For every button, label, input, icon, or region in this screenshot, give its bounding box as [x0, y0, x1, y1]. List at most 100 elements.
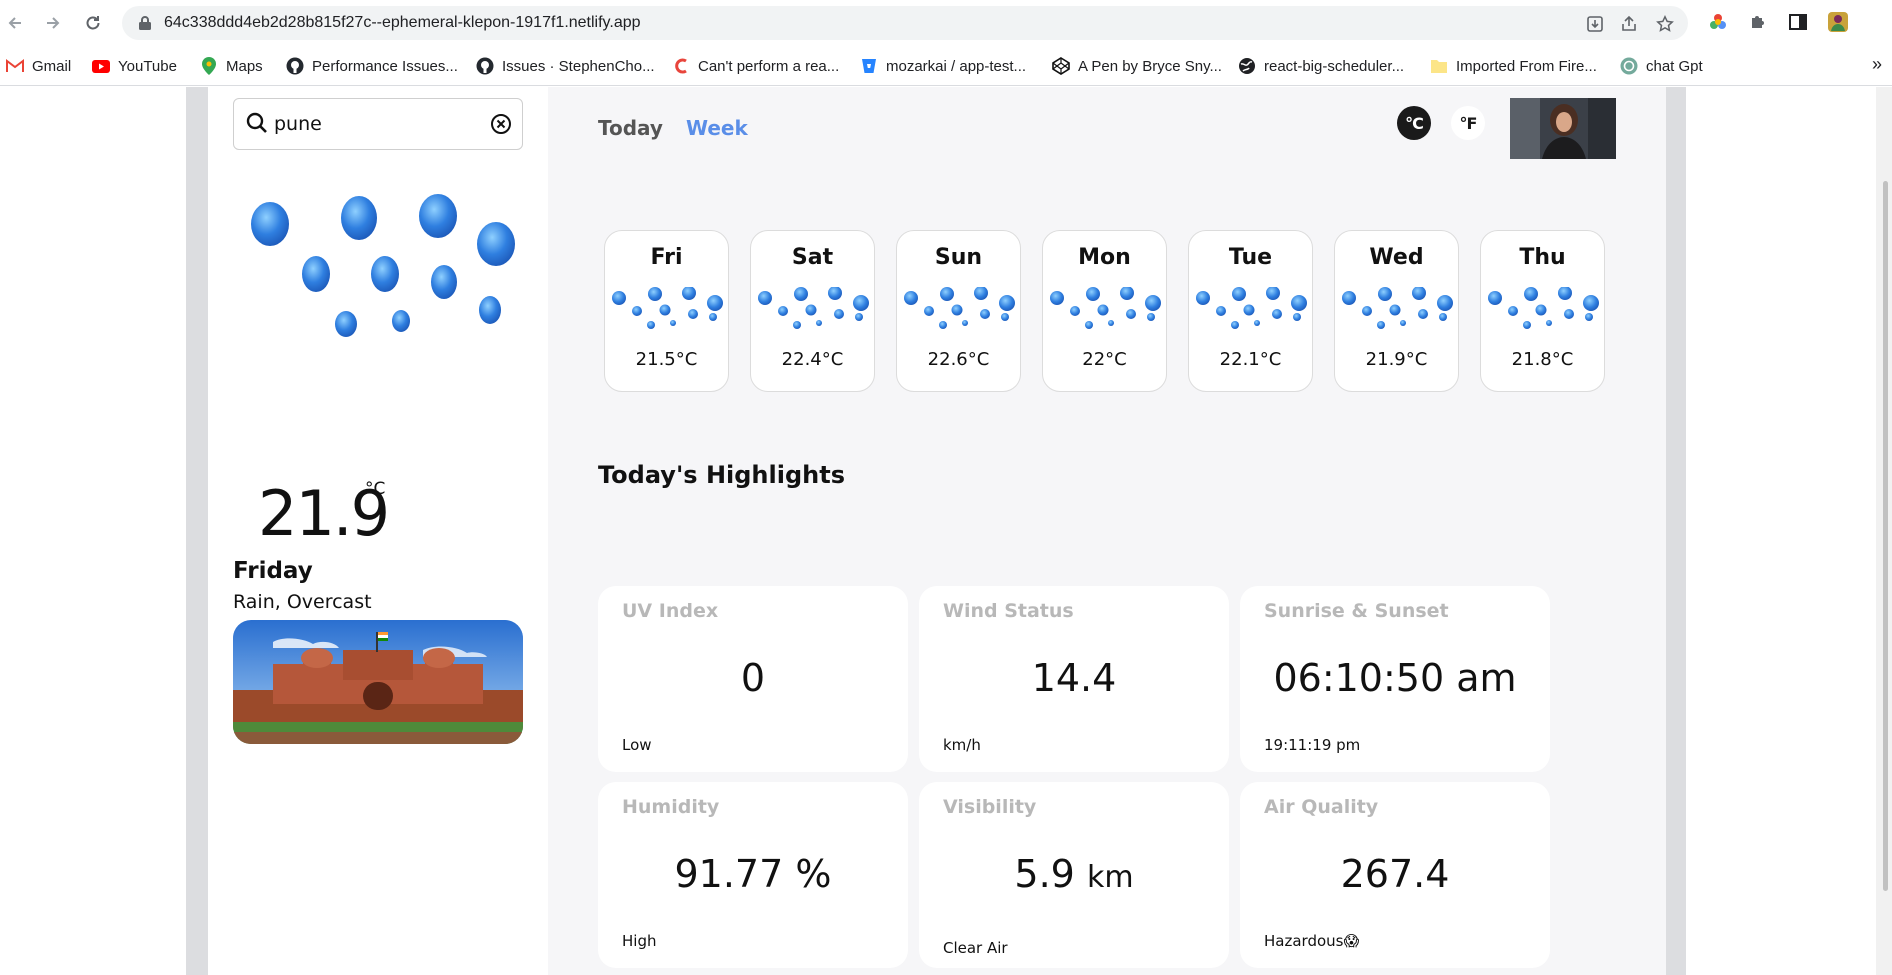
forecast-day-name: Sun	[934, 245, 983, 270]
wind-status-value: 14.4	[1031, 656, 1117, 700]
forecast-day-name: Wed	[1369, 245, 1424, 270]
forecast-temperature: 21.5°C	[635, 349, 698, 370]
celsius-toggle-button[interactable]: °C	[1397, 106, 1431, 140]
back-button[interactable]	[2, 10, 28, 36]
humidity-value: 91.77 %	[674, 852, 832, 896]
sunrise-time: 06:10:50 am	[1273, 656, 1517, 700]
github-icon	[476, 57, 494, 75]
bookmark-performance-issues[interactable]: Performance Issues...	[286, 56, 458, 76]
city-search-box[interactable]	[233, 98, 523, 150]
fahrenheit-toggle-button[interactable]: °F	[1451, 106, 1485, 140]
forecast-day-card[interactable]: Mon 22°C	[1042, 230, 1167, 392]
weather-condition: Rain, Overcast	[233, 591, 372, 613]
bookmark-gmail[interactable]: Gmail	[6, 56, 71, 76]
forecast-icon-wrap	[755, 286, 872, 339]
visibility-title: Visibility	[943, 796, 1037, 818]
bookmark-cant-perform[interactable]: Can't perform a rea...	[672, 56, 839, 76]
extensions-puzzle-icon[interactable]	[1746, 10, 1770, 34]
forecast-day-name: Thu	[1519, 245, 1566, 270]
forecast-day-card[interactable]: Tue 22.1°C	[1188, 230, 1313, 392]
forecast-icon-wrap	[901, 286, 1018, 339]
city-search-input[interactable]	[274, 109, 484, 139]
forecast-day-name: Sat	[791, 245, 834, 270]
reload-icon	[86, 16, 100, 30]
weather-main-panel: Today Week °C °F Fri 21.5°C Sat 22.4°C Sun 22…	[548, 87, 1666, 975]
rain-forecast-icon	[612, 286, 723, 329]
temperature-unit-label: °C	[365, 479, 386, 499]
forecast-day-name: Tue	[1228, 245, 1273, 270]
weather-sidebar: 21.9 °C Friday Rain, Overcast	[208, 87, 548, 975]
visibility-value-row: 5.9 km	[919, 852, 1229, 896]
codepen-icon	[1052, 57, 1070, 75]
codecademy-icon	[672, 57, 690, 75]
rain-weather-icon	[251, 194, 515, 337]
install-app-icon[interactable]	[1586, 15, 1604, 33]
sunrise-sunset-title: Sunrise & Sunset	[1264, 600, 1449, 622]
youtube-icon	[92, 57, 110, 75]
page-viewport: 21.9 °C Friday Rain, Overcast	[0, 87, 1892, 975]
back-arrow-icon	[8, 17, 21, 29]
address-bar[interactable]: 64c338ddd4eb2d28b815f27c--ephemeral-klep…	[122, 6, 1688, 40]
side-panel-icon[interactable]	[1786, 10, 1810, 34]
tab-week[interactable]: Week	[686, 116, 748, 140]
rain-forecast-icon	[1342, 286, 1453, 329]
folder-icon	[1430, 57, 1448, 75]
bookmark-chat-gpt[interactable]: chat Gpt	[1620, 56, 1703, 76]
visibility-unit: km	[1086, 860, 1134, 895]
uv-index-level: Low	[622, 736, 652, 754]
humidity-title: Humidity	[622, 796, 720, 818]
bookmark-mozarkai[interactable]: mozarkai / app-test...	[860, 56, 1026, 76]
sunset-time: 19:11:19 pm	[1264, 736, 1361, 754]
page-gutter-left	[186, 87, 208, 975]
forecast-icon-wrap	[1339, 286, 1456, 339]
forecast-day-card[interactable]: Sat 22.4°C	[750, 230, 875, 392]
wind-status-card: Wind Status 14.4 km/h	[919, 586, 1229, 772]
search-icon	[246, 112, 267, 133]
forward-button[interactable]	[40, 10, 66, 36]
tab-today[interactable]: Today	[598, 116, 663, 140]
forecast-day-card[interactable]: Sun 22.6°C	[896, 230, 1021, 392]
bookmark-pen-bryce[interactable]: A Pen by Bryce Sny...	[1052, 56, 1222, 76]
uv-index-title: UV Index	[622, 600, 719, 622]
sunrise-sunset-card: Sunrise & Sunset 06:10:50 am 19:11:19 pm	[1240, 586, 1550, 772]
visibility-card: Visibility 5.9 km Clear Air	[919, 782, 1229, 968]
url-text: 64c338ddd4eb2d28b815f27c--ephemeral-klep…	[164, 14, 641, 31]
lock-icon	[139, 16, 151, 30]
bookmark-star-icon[interactable]	[1656, 15, 1674, 33]
user-avatar[interactable]	[1510, 98, 1616, 159]
forecast-day-card[interactable]: Thu 21.8°C	[1480, 230, 1605, 392]
rain-forecast-icon	[1488, 286, 1599, 329]
humidity-level: High	[622, 932, 657, 950]
more-bookmarks-button[interactable]: »	[1872, 54, 1882, 74]
color-extension-icon[interactable]	[1706, 10, 1730, 34]
weekly-forecast-row: Fri 21.5°C Sat 22.4°C Sun 22.6°C Mon 22°C Tue 22.…	[604, 230, 1614, 392]
bookmark-issues-stephencho[interactable]: Issues · StephenCho...	[476, 56, 655, 76]
visibility-description: Clear Air	[943, 939, 1008, 957]
air-quality-value: 267.4	[1340, 852, 1450, 896]
bookmark-maps[interactable]: Maps	[200, 56, 263, 76]
browser-toolbar: 64c338ddd4eb2d28b815f27c--ephemeral-klep…	[0, 0, 1892, 46]
forecast-icon-wrap	[1047, 286, 1164, 339]
profile-avatar-icon[interactable]	[1826, 10, 1850, 34]
uv-index-value: 0	[740, 656, 766, 700]
rain-forecast-icon	[758, 286, 869, 329]
forecast-temperature: 21.8°C	[1511, 349, 1574, 370]
forecast-day-name: Fri	[650, 245, 683, 270]
share-icon[interactable]	[1620, 15, 1638, 33]
forecast-temperature: 22°C	[1082, 349, 1127, 370]
forecast-day-card[interactable]: Wed 21.9°C	[1334, 230, 1459, 392]
forecast-icon-wrap	[609, 286, 726, 339]
maps-icon	[200, 57, 218, 75]
bookmark-react-big-scheduler[interactable]: react-big-scheduler...	[1238, 56, 1404, 76]
rain-forecast-icon	[1196, 286, 1307, 329]
wind-status-title: Wind Status	[943, 600, 1074, 622]
forward-arrow-icon	[47, 17, 60, 29]
page-scrollbar-thumb[interactable]	[1883, 181, 1888, 891]
bookmark-imported-from-firefox[interactable]: Imported From Fire...	[1430, 56, 1597, 76]
forecast-day-name: Mon	[1078, 245, 1131, 270]
forecast-day-card[interactable]: Fri 21.5°C	[604, 230, 729, 392]
bookmark-youtube[interactable]: YouTube	[92, 56, 177, 76]
air-quality-title: Air Quality	[1264, 796, 1379, 818]
clear-search-icon[interactable]	[490, 113, 512, 135]
reload-button[interactable]	[80, 10, 106, 36]
